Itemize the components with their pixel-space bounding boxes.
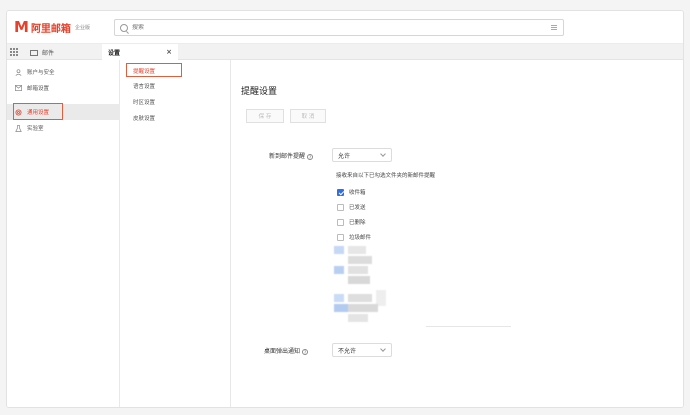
desktop-notify-select[interactable]: 不允许 (332, 343, 392, 357)
cancel-button[interactable]: 取 消 (290, 109, 326, 123)
new-mail-value: 允许 (338, 152, 351, 160)
folder-label: 收件箱 (349, 190, 366, 196)
sidebar-item-mailbox[interactable]: 邮箱设置 (7, 80, 120, 96)
folder-label: 已发送 (349, 205, 366, 211)
search-icon (120, 23, 128, 32)
tab-bar: 邮件 设置 × (7, 43, 683, 61)
save-button[interactable]: 保 存 (246, 109, 284, 123)
highlight-box-general (13, 103, 63, 120)
checkbox[interactable] (337, 233, 344, 241)
tab-settings[interactable]: 设置 × (102, 44, 178, 61)
subnav-item-label: 时区设置 (133, 99, 156, 106)
subnav-item-timezone[interactable]: 时区设置 (126, 95, 226, 108)
highlight-box-reminder (126, 63, 182, 77)
mail-icon (30, 49, 38, 56)
top-bar: M 阿里邮箱 企业版 (7, 11, 683, 43)
apps-grid-icon[interactable] (10, 48, 18, 56)
sidebar-item-label: 账户与安全 (27, 70, 55, 76)
help-icon[interactable]: ? (302, 348, 309, 355)
folder-inbox[interactable]: 收件箱 (337, 187, 366, 197)
main-panel: 提醒设置 保 存 取 消 新到邮件提醒? 允许 接收来自以下已勾选文件夹的新邮件… (231, 60, 683, 407)
folder-label: 垃圾邮件 (349, 235, 372, 241)
new-mail-label-row: 新到邮件提醒? (269, 151, 314, 160)
logo-name: 阿里邮箱 (30, 23, 71, 35)
search-input[interactable] (132, 24, 532, 31)
menu-icon[interactable] (551, 25, 557, 31)
sidebar: 账户与安全 邮箱设置 通用设置 实验室 (7, 60, 120, 407)
subnav-item-label: 皮肤设置 (133, 115, 156, 122)
folder-sent[interactable]: 已发送 (337, 202, 366, 212)
chevron-down-icon (380, 151, 386, 157)
help-icon[interactable]: ? (307, 153, 314, 160)
page-title: 提醒设置 (241, 87, 278, 97)
sidebar-item-account[interactable]: 账户与安全 (7, 64, 120, 80)
lab-icon (15, 124, 22, 132)
folder-spam[interactable]: 垃圾邮件 (337, 232, 371, 242)
tab-mail-label: 邮件 (42, 50, 55, 57)
subnav-item-skin[interactable]: 皮肤设置 (126, 111, 226, 124)
chevron-down-icon (380, 346, 386, 352)
folder-deleted[interactable]: 已删除 (337, 217, 366, 227)
logo-edition: 企业版 (74, 24, 90, 31)
app-window: M 阿里邮箱 企业版 邮件 设置 × 账户与安全 (6, 10, 684, 408)
user-icon (15, 68, 22, 76)
checkbox[interactable] (337, 218, 344, 226)
desktop-notify-value: 不允许 (338, 347, 357, 355)
logo[interactable]: M 阿里邮箱 企业版 (14, 19, 90, 35)
tab-mail[interactable]: 邮件 (30, 47, 54, 58)
checkbox[interactable] (337, 203, 344, 211)
folder-label: 已删除 (349, 220, 366, 226)
subnav-item-label: 语言设置 (133, 83, 156, 90)
folders-description: 接收来自以下已勾选文件夹的新邮件提醒 (336, 173, 436, 179)
sidebar-item-label: 邮箱设置 (27, 86, 50, 92)
close-icon[interactable]: × (166, 48, 172, 56)
subnav-item-language[interactable]: 语言设置 (126, 79, 226, 92)
checkbox-checked[interactable] (337, 188, 344, 196)
logo-mark: M (14, 18, 29, 36)
tab-settings-label: 设置 (108, 50, 121, 57)
sidebar-item-lab[interactable]: 实验室 (7, 120, 120, 136)
settings-subnav: 提醒设置 语言设置 时区设置 皮肤设置 (120, 60, 231, 407)
search-box[interactable] (114, 19, 564, 36)
mail-icon (15, 85, 22, 92)
desktop-notify-label: 桌面弹出通知 (264, 348, 301, 355)
blurred-folder-list (334, 246, 386, 322)
divider (426, 326, 511, 327)
sidebar-item-label: 实验室 (27, 126, 44, 132)
desktop-label-row: 桌面弹出通知? (264, 346, 309, 355)
new-mail-label: 新到邮件提醒 (269, 153, 306, 160)
new-mail-select[interactable]: 允许 (332, 148, 392, 162)
